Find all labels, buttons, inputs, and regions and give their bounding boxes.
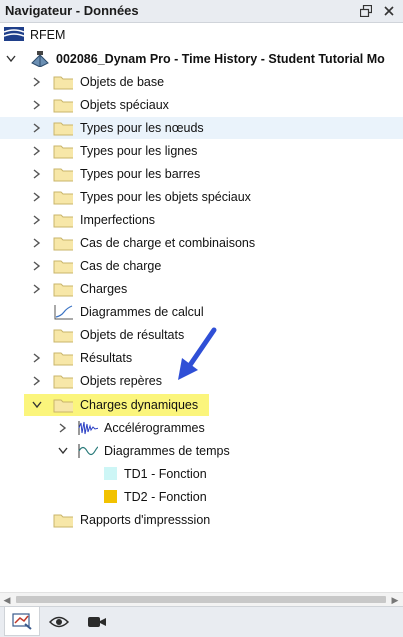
tab-data[interactable]	[4, 607, 40, 636]
folder-icon	[53, 214, 73, 228]
eye-icon	[49, 616, 69, 628]
tree-item-label: Rapports d'impresssion	[80, 513, 211, 527]
tree-item-label: Types pour les lignes	[80, 144, 198, 158]
folder-icon	[53, 399, 73, 413]
folder-icon	[53, 375, 73, 389]
tree-item-label: Charges dynamiques	[80, 398, 199, 412]
expand-chevron-icon[interactable]	[30, 350, 44, 366]
tree-root-rfem[interactable]: RFEM	[0, 24, 403, 46]
tree-item-label: Accélérogrammes	[104, 421, 205, 435]
tree-item-label: Objets de résultats	[80, 328, 185, 342]
float-window-button[interactable]	[357, 2, 375, 20]
tree-item-label: Objets repères	[80, 374, 162, 388]
tree-item-charges[interactable]: Charges	[0, 278, 403, 300]
tree-item-charges-dynamiques[interactable]: Charges dynamiques	[0, 394, 403, 416]
td1-color-swatch	[104, 467, 117, 480]
tree-item-types-lignes[interactable]: Types pour les lignes	[0, 140, 403, 162]
expand-chevron-icon[interactable]	[30, 373, 44, 389]
tree-item-diagrammes-de-temps[interactable]: Diagrammes de temps	[0, 440, 403, 462]
tree-item-label: Imperfections	[80, 213, 156, 227]
folder-icon	[53, 352, 73, 366]
folder-icon	[53, 329, 73, 343]
tree-item-types-objets-speciaux[interactable]: Types pour les objets spéciaux	[0, 186, 403, 208]
collapse-chevron-icon[interactable]	[56, 443, 70, 459]
time-diagram-icon	[78, 444, 98, 458]
tree-item-types-barres[interactable]: Types pour les barres	[0, 163, 403, 185]
folder-icon	[53, 283, 73, 297]
data-navigator-icon	[12, 613, 32, 630]
folder-icon	[53, 99, 73, 113]
restore-icon	[360, 5, 372, 17]
tree-item-label: Diagrammes de calcul	[80, 305, 204, 319]
expand-chevron-icon[interactable]	[30, 189, 44, 205]
close-icon	[384, 6, 394, 16]
expand-chevron-icon[interactable]	[30, 258, 44, 274]
rfem-logo-icon	[4, 27, 24, 41]
project-label: 002086_Dynam Pro - Time History - Studen…	[56, 52, 385, 66]
tree-root-label: RFEM	[30, 28, 66, 42]
tree-item-accelerogrammes[interactable]: Accélérogrammes	[0, 417, 403, 439]
tree-item-imperfections[interactable]: Imperfections	[0, 209, 403, 231]
tree-item-label: Types pour les objets spéciaux	[80, 190, 251, 204]
tree-item-label: Charges	[80, 282, 128, 296]
expand-chevron-icon[interactable]	[30, 235, 44, 251]
expand-chevron-icon[interactable]	[30, 143, 44, 159]
folder-icon	[53, 76, 73, 90]
panel-title: Navigateur - Données	[5, 3, 139, 18]
tree-item-label: TD2 - Fonction	[124, 490, 207, 504]
tree-item-label: Types pour les barres	[80, 167, 201, 181]
horizontal-scrollbar[interactable]: ◀ ▶	[0, 592, 403, 607]
navigator-bottom-tabs	[0, 606, 403, 637]
folder-icon	[53, 122, 73, 136]
collapse-chevron-icon[interactable]	[4, 51, 18, 67]
tree-item-label: Objets de base	[80, 75, 165, 89]
scroll-left-icon[interactable]: ◀	[2, 595, 12, 605]
folder-icon	[53, 260, 73, 274]
expand-chevron-icon[interactable]	[30, 74, 44, 90]
navigator-titlebar: Navigateur - Données	[0, 0, 403, 23]
tree-project[interactable]: 002086_Dynam Pro - Time History - Studen…	[0, 48, 403, 70]
camera-icon	[88, 617, 106, 627]
tree-item-label: Types pour les nœuds	[80, 121, 204, 135]
expand-chevron-icon[interactable]	[30, 166, 44, 182]
tree-item-cas-de-charge[interactable]: Cas de charge	[0, 255, 403, 277]
expand-chevron-icon[interactable]	[56, 420, 70, 436]
model-icon	[31, 51, 49, 67]
expand-chevron-icon[interactable]	[30, 120, 44, 136]
calculation-diagram-icon	[54, 305, 73, 320]
tab-display[interactable]	[42, 609, 76, 635]
tree-item-cas-charge-combinaisons[interactable]: Cas de charge et combinaisons	[0, 232, 403, 254]
tree-item-label: Cas de charge et combinaisons	[80, 236, 256, 250]
folder-icon	[53, 168, 73, 182]
tree-item-label: TD1 - Fonction	[124, 467, 207, 481]
scroll-right-icon[interactable]: ▶	[390, 595, 400, 605]
close-panel-button[interactable]	[380, 2, 398, 20]
collapse-chevron-icon[interactable]	[30, 397, 44, 413]
expand-chevron-icon[interactable]	[30, 97, 44, 113]
tree-item-types-noeuds[interactable]: Types pour les nœuds	[0, 117, 403, 139]
tree-item-label: Objets spéciaux	[80, 98, 169, 112]
tree-item-rapports[interactable]: Rapports d'impresssion	[0, 509, 403, 531]
tree-item-objets-de-base[interactable]: Objets de base	[0, 71, 403, 93]
expand-chevron-icon[interactable]	[30, 281, 44, 297]
folder-icon	[53, 191, 73, 205]
folder-icon	[53, 145, 73, 159]
tree-item-td2[interactable]: TD2 - Fonction	[0, 486, 403, 508]
folder-icon	[53, 514, 73, 528]
tab-views[interactable]	[80, 609, 114, 635]
accelerogram-icon	[78, 421, 98, 435]
expand-chevron-icon[interactable]	[30, 212, 44, 228]
tree-item-label: Résultats	[80, 351, 133, 365]
annotation-arrow-icon	[178, 327, 217, 380]
tree-item-objets-speciaux[interactable]: Objets spéciaux	[0, 94, 403, 116]
scrollbar-thumb[interactable]	[16, 596, 386, 603]
navigator-tree: RFEM 002086_Dynam Pro - Time History - S…	[0, 22, 403, 592]
tree-item-label: Cas de charge	[80, 259, 162, 273]
td2-color-swatch	[104, 490, 117, 503]
tree-item-td1[interactable]: TD1 - Fonction	[0, 463, 403, 485]
folder-icon	[53, 237, 73, 251]
tree-item-diagrammes-de-calcul[interactable]: Diagrammes de calcul	[0, 301, 403, 323]
tree-item-label: Diagrammes de temps	[104, 444, 230, 458]
